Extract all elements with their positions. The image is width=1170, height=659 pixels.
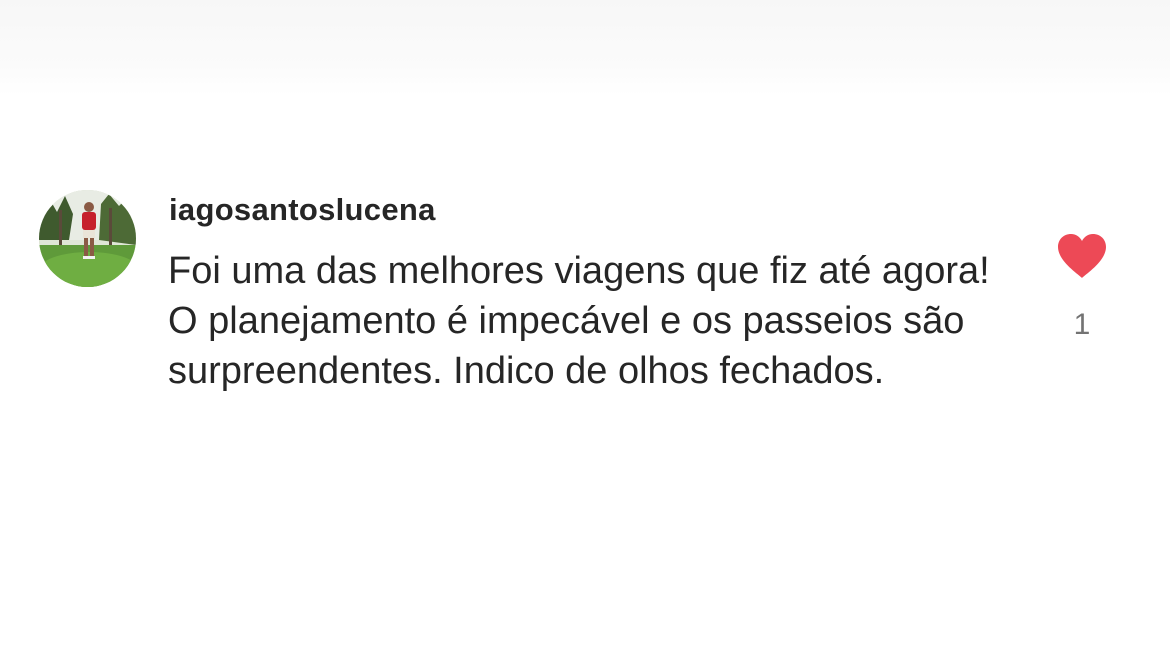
- username[interactable]: iagosantoslucena: [169, 192, 436, 228]
- comment-screen: iagosantoslucena Foi uma das melhores vi…: [0, 0, 1170, 659]
- heart-icon[interactable]: [1056, 232, 1108, 280]
- like-count[interactable]: 1: [1050, 308, 1114, 342]
- avatar[interactable]: [39, 190, 136, 287]
- avatar-photo: [39, 190, 136, 287]
- comment-item: iagosantoslucena Foi uma das melhores vi…: [0, 0, 1170, 659]
- comment-text: Foi uma das melhores viagens que fiz até…: [168, 250, 990, 392]
- like-area: 1: [1050, 228, 1114, 358]
